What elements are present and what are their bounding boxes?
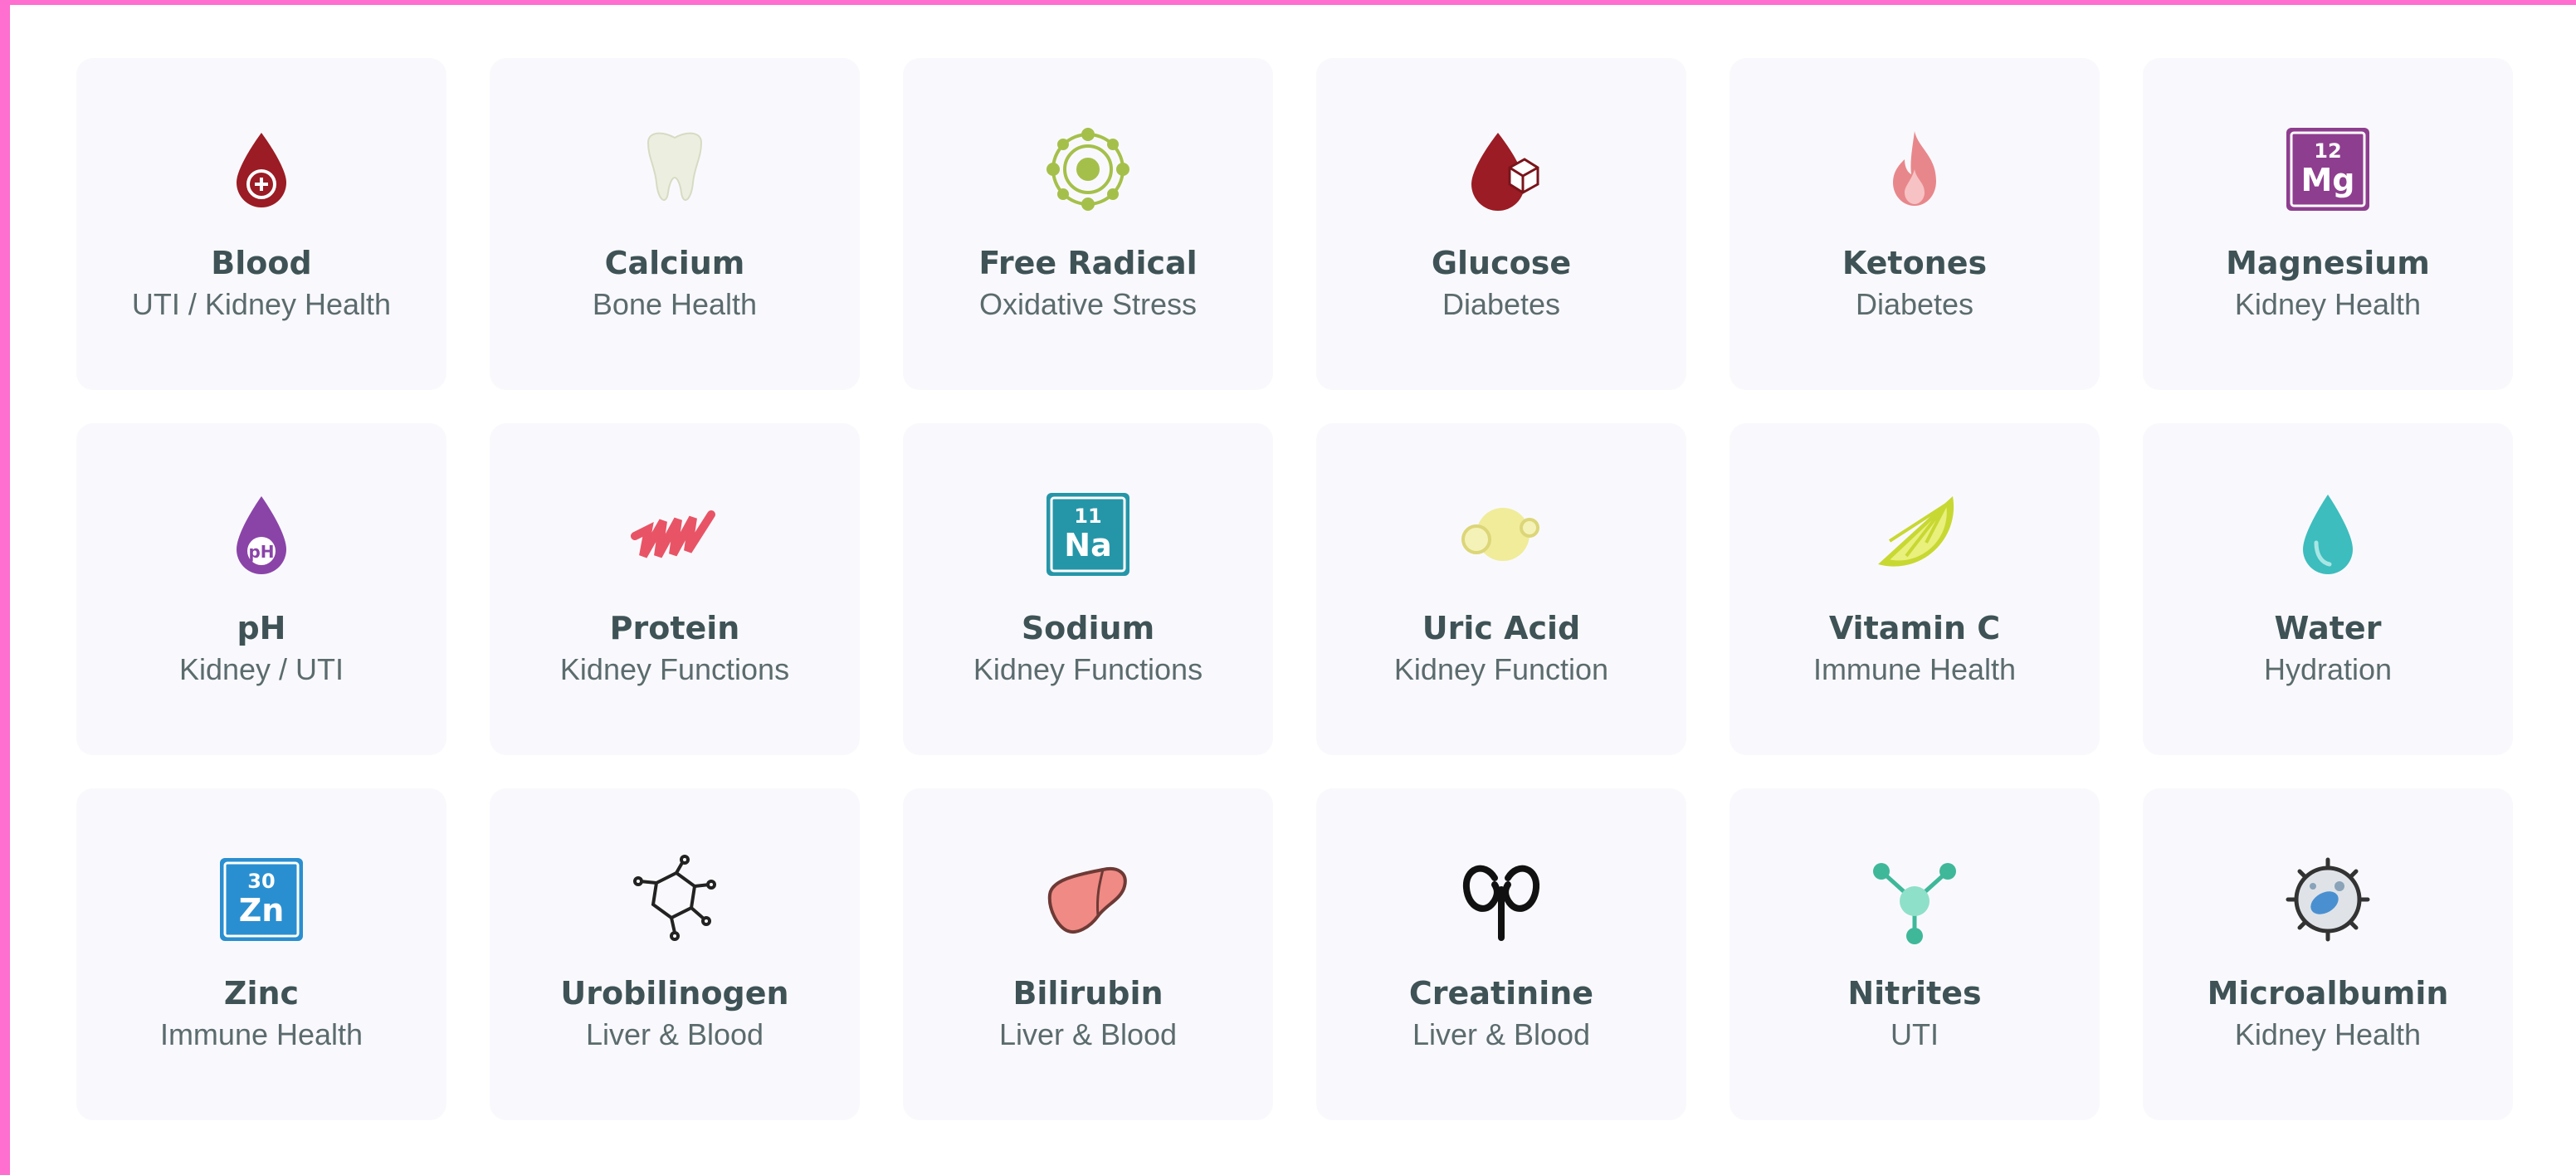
card-bilirubin[interactable]: Bilirubin Liver & Blood — [903, 788, 1273, 1120]
card-title: Microalbumin — [2207, 975, 2449, 1012]
card-subtitle: Liver & Blood — [1412, 1017, 1591, 1051]
card-subtitle: Kidney Functions — [559, 652, 790, 686]
card-free-radical[interactable]: Free Radical Oxidative Stress — [903, 58, 1273, 390]
card-magnesium[interactable]: 12 Mg Magnesium Kidney Health — [2143, 58, 2513, 390]
card-protein[interactable]: Protein Kidney Functions — [490, 423, 860, 755]
card-title: Vitamin C — [1828, 610, 2001, 646]
blood-drop-icon — [212, 119, 311, 219]
card-zinc[interactable]: 30 Zn Zinc Immune Health — [76, 788, 446, 1120]
card-title: pH — [237, 610, 286, 646]
card-blood[interactable]: Blood UTI / Kidney Health — [76, 58, 446, 390]
element-symbol: Zn — [239, 892, 285, 929]
element-symbol: Mg — [2300, 162, 2354, 198]
card-subtitle: Immune Health — [159, 1017, 363, 1051]
card-title: Protein — [609, 610, 740, 646]
sodium-element-icon: 11 Na — [1038, 485, 1138, 584]
card-subtitle: Immune Health — [1812, 652, 2017, 686]
card-subtitle: Kidney Functions — [973, 652, 1203, 686]
card-title: Zinc — [223, 975, 300, 1012]
card-title: Free Radical — [978, 245, 1198, 281]
molecule-icon — [625, 850, 724, 949]
card-title: Magnesium — [2226, 245, 2430, 281]
card-subtitle: Oxidative Stress — [978, 287, 1198, 321]
magnesium-element-icon: 12 Mg — [2278, 119, 2378, 219]
flame-icon — [1865, 119, 1964, 219]
nitrite-molecule-icon — [1865, 850, 1964, 949]
card-subtitle: Kidney / UTI — [178, 652, 344, 686]
atom-icon — [1038, 119, 1138, 219]
card-title: Calcium — [604, 245, 745, 281]
element-number: 11 — [1074, 505, 1101, 528]
card-title: Ketones — [1842, 245, 1988, 281]
card-title: Nitrites — [1847, 975, 1982, 1012]
card-subtitle: Kidney Health — [2234, 1017, 2422, 1051]
card-creatinine[interactable]: Creatinine Liver & Blood — [1316, 788, 1686, 1120]
card-subtitle: Diabetes — [1855, 287, 1974, 321]
protein-helix-icon — [625, 485, 724, 584]
cell-icon — [2278, 850, 2378, 949]
lime-slice-icon — [1865, 485, 1964, 584]
frame-top-border — [0, 0, 2576, 5]
card-subtitle: Kidney Health — [2234, 287, 2422, 321]
card-subtitle: UTI — [1891, 1017, 1939, 1051]
card-title: Creatinine — [1408, 975, 1594, 1012]
card-title: Sodium — [1021, 610, 1155, 646]
kidneys-icon — [1451, 850, 1551, 949]
card-title: Urobilinogen — [560, 975, 789, 1012]
card-vitamin-c[interactable]: Vitamin C Immune Health — [1730, 423, 2100, 755]
element-symbol: Na — [1064, 527, 1111, 563]
frame-left-border — [0, 0, 10, 1175]
card-subtitle: Bone Health — [592, 287, 758, 321]
card-sodium[interactable]: 11 Na Sodium Kidney Functions — [903, 423, 1273, 755]
drop-label: pH — [248, 542, 274, 562]
card-subtitle: Liver & Blood — [998, 1017, 1178, 1051]
card-urobilinogen[interactable]: Urobilinogen Liver & Blood — [490, 788, 860, 1120]
crystal-icon — [1451, 485, 1551, 584]
card-subtitle: Liver & Blood — [585, 1017, 764, 1051]
ph-drop-icon: pH — [212, 485, 311, 584]
element-number: 12 — [2314, 139, 2341, 163]
card-nitrites[interactable]: Nitrites UTI — [1730, 788, 2100, 1120]
card-subtitle: Hydration — [2263, 652, 2393, 686]
card-title: Blood — [211, 245, 312, 281]
card-ketones[interactable]: Ketones Diabetes — [1730, 58, 2100, 390]
card-subtitle: Kidney Function — [1393, 652, 1609, 686]
water-drop-icon — [2278, 485, 2378, 584]
glucose-drop-icon — [1451, 119, 1551, 219]
card-glucose[interactable]: Glucose Diabetes — [1316, 58, 1686, 390]
card-title: Uric Acid — [1422, 610, 1581, 646]
card-ph[interactable]: pH pH Kidney / UTI — [76, 423, 446, 755]
card-calcium[interactable]: Calcium Bone Health — [490, 58, 860, 390]
card-title: Glucose — [1431, 245, 1572, 281]
card-subtitle: Diabetes — [1442, 287, 1561, 321]
liver-icon — [1038, 850, 1138, 949]
card-uric-acid[interactable]: Uric Acid Kidney Function — [1316, 423, 1686, 755]
card-subtitle: UTI / Kidney Health — [131, 287, 392, 321]
card-water[interactable]: Water Hydration — [2143, 423, 2513, 755]
tooth-icon — [625, 119, 724, 219]
zinc-element-icon: 30 Zn — [212, 850, 311, 949]
test-card-grid: Blood UTI / Kidney Health Calcium Bone H… — [76, 58, 2513, 1120]
card-title: Water — [2274, 610, 2382, 646]
card-title: Bilirubin — [1012, 975, 1164, 1012]
card-microalbumin[interactable]: Microalbumin Kidney Health — [2143, 788, 2513, 1120]
element-number: 30 — [247, 870, 275, 893]
